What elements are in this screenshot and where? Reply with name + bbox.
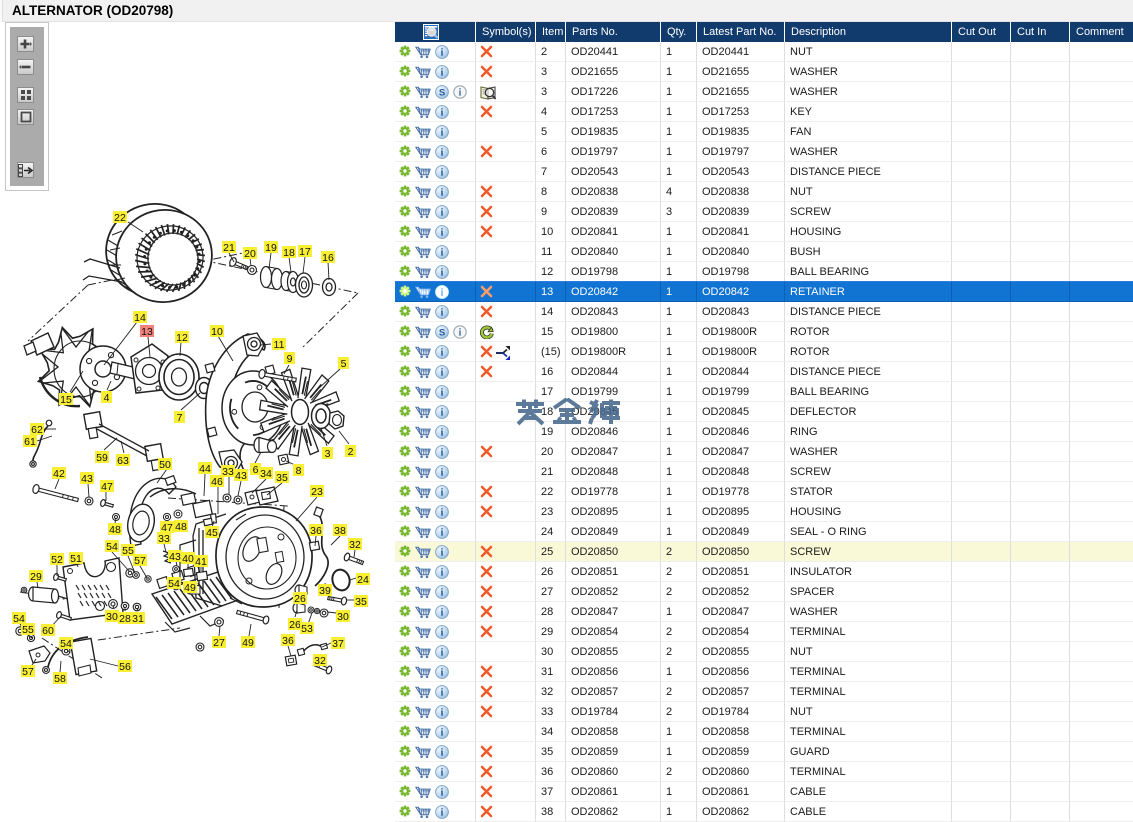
svg-text:44: 44 xyxy=(199,463,211,475)
svg-text:30: 30 xyxy=(106,611,118,623)
svg-text:32: 32 xyxy=(349,539,361,551)
svg-text:23: 23 xyxy=(311,486,323,498)
svg-text:5: 5 xyxy=(341,358,347,370)
svg-text:28: 28 xyxy=(119,613,131,625)
svg-text:20: 20 xyxy=(244,248,256,260)
svg-text:11: 11 xyxy=(274,339,285,351)
svg-text:17: 17 xyxy=(299,246,311,258)
svg-text:57: 57 xyxy=(134,555,146,567)
svg-text:13: 13 xyxy=(141,326,153,338)
svg-text:63: 63 xyxy=(117,455,129,467)
svg-text:7: 7 xyxy=(177,412,183,424)
svg-text:22: 22 xyxy=(114,212,126,224)
svg-text:30: 30 xyxy=(337,611,349,623)
svg-text:51: 51 xyxy=(70,553,82,565)
svg-text:34: 34 xyxy=(260,468,272,480)
svg-text:43: 43 xyxy=(235,470,247,482)
svg-text:43: 43 xyxy=(169,551,181,563)
svg-text:37: 37 xyxy=(332,638,344,650)
svg-text:38: 38 xyxy=(334,525,346,537)
svg-text:33: 33 xyxy=(158,533,170,545)
svg-text:9: 9 xyxy=(287,353,293,365)
svg-text:50: 50 xyxy=(159,459,171,471)
svg-text:18: 18 xyxy=(283,247,295,259)
svg-text:52: 52 xyxy=(51,554,63,566)
svg-text:53: 53 xyxy=(301,623,313,635)
svg-text:49: 49 xyxy=(184,582,196,594)
svg-text:42: 42 xyxy=(53,468,65,480)
svg-text:61: 61 xyxy=(24,436,36,448)
svg-text:46: 46 xyxy=(211,476,223,488)
svg-text:2: 2 xyxy=(348,446,354,458)
svg-text:55: 55 xyxy=(122,545,134,557)
svg-text:31: 31 xyxy=(132,613,144,625)
svg-text:14: 14 xyxy=(134,312,146,324)
svg-text:54: 54 xyxy=(168,578,180,590)
svg-text:26: 26 xyxy=(294,593,306,605)
svg-text:12: 12 xyxy=(176,332,188,344)
svg-text:62: 62 xyxy=(31,424,43,436)
svg-text:26: 26 xyxy=(289,619,301,631)
svg-text:60: 60 xyxy=(42,625,54,637)
svg-text:47: 47 xyxy=(101,481,113,493)
svg-text:27: 27 xyxy=(213,637,225,649)
svg-text:36: 36 xyxy=(282,635,294,647)
svg-text:15: 15 xyxy=(60,394,72,406)
svg-text:41: 41 xyxy=(195,556,207,568)
svg-text:59: 59 xyxy=(96,452,108,464)
svg-text:29: 29 xyxy=(30,571,42,583)
svg-text:21: 21 xyxy=(223,242,235,254)
svg-text:39: 39 xyxy=(319,585,331,597)
svg-text:3: 3 xyxy=(325,448,331,460)
svg-text:16: 16 xyxy=(322,252,334,264)
svg-text:19: 19 xyxy=(265,242,277,254)
svg-text:54: 54 xyxy=(106,541,118,553)
svg-text:24: 24 xyxy=(357,574,369,586)
svg-text:54: 54 xyxy=(60,638,72,650)
svg-text:48: 48 xyxy=(109,524,121,536)
svg-text:4: 4 xyxy=(104,392,110,404)
svg-text:35: 35 xyxy=(276,472,288,484)
svg-text:43: 43 xyxy=(81,473,93,485)
svg-text:8: 8 xyxy=(296,465,302,477)
svg-text:6: 6 xyxy=(253,464,259,476)
svg-text:55: 55 xyxy=(22,624,34,636)
svg-text:58: 58 xyxy=(54,673,66,685)
svg-text:35: 35 xyxy=(355,596,367,608)
svg-text:36: 36 xyxy=(310,525,322,537)
svg-text:56: 56 xyxy=(119,661,131,673)
svg-text:32: 32 xyxy=(314,655,326,667)
svg-text:49: 49 xyxy=(242,637,254,649)
svg-text:10: 10 xyxy=(211,326,223,338)
svg-text:45: 45 xyxy=(206,527,218,539)
svg-text:40: 40 xyxy=(182,553,194,565)
svg-text:48: 48 xyxy=(175,521,187,533)
svg-text:57: 57 xyxy=(22,666,34,678)
